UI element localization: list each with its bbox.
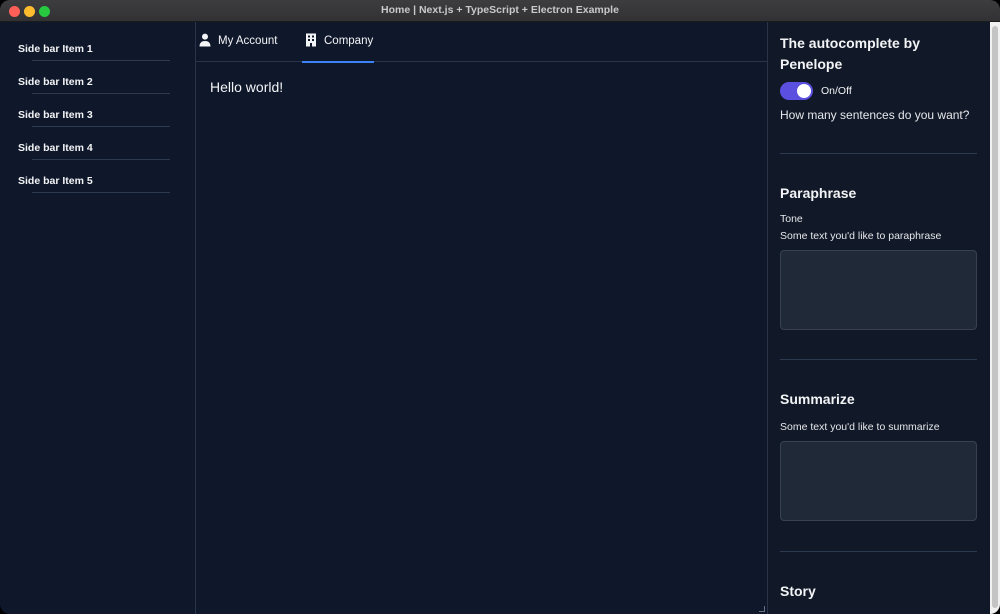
building-icon xyxy=(306,33,316,47)
section-divider xyxy=(780,153,977,154)
story-title: Story xyxy=(780,583,816,599)
paraphrase-title: Paraphrase xyxy=(780,185,857,201)
main-content: My Account Company Hello world! xyxy=(196,22,767,614)
sidebar-item-5[interactable]: Side bar Item 5 xyxy=(18,160,170,193)
sidebar-divider xyxy=(32,192,170,193)
tone-label: Tone xyxy=(780,213,803,225)
title-bar: Home | Next.js + TypeScript + Electron E… xyxy=(0,0,1000,22)
scrollbar-thumb[interactable] xyxy=(992,26,998,608)
toggle-knob xyxy=(797,84,811,98)
tab-label: My Account xyxy=(218,35,278,47)
right-panel: The autocomplete by Penelope On/Off How … xyxy=(767,22,990,614)
main-text: Hello world! xyxy=(210,79,284,95)
autocomplete-toggle[interactable] xyxy=(780,82,813,100)
sentences-question: How many sentences do you want? xyxy=(780,108,970,122)
sidebar-item-label: Side bar Item 1 xyxy=(18,43,93,55)
active-tab-indicator xyxy=(302,61,374,63)
toggle-label: On/Off xyxy=(821,85,852,97)
autocomplete-title: The autocomplete by Penelope xyxy=(780,35,921,72)
sidebar-item-label: Side bar Item 3 xyxy=(18,109,93,121)
right-panel-scrollbar[interactable] xyxy=(990,22,1000,614)
sidebar-item-1[interactable]: Side bar Item 1 xyxy=(18,28,170,61)
sidebar-item-4[interactable]: Side bar Item 4 xyxy=(18,127,170,160)
tab-bar: My Account Company xyxy=(196,22,767,63)
tab-company[interactable]: Company xyxy=(302,22,374,63)
sidebar: Side bar Item 1 Side bar Item 2 Side bar… xyxy=(4,22,196,614)
sidebar-item-3[interactable]: Side bar Item 3 xyxy=(18,94,170,127)
sidebar-item-label: Side bar Item 5 xyxy=(18,175,93,187)
sidebar-item-label: Side bar Item 2 xyxy=(18,76,93,88)
sidebar-item-label: Side bar Item 4 xyxy=(18,142,93,154)
summarize-textarea[interactable] xyxy=(780,441,977,521)
section-divider xyxy=(780,551,977,552)
app-window: Home | Next.js + TypeScript + Electron E… xyxy=(0,0,1000,614)
summarize-field-label: Some text you'd like to summarize xyxy=(780,421,940,433)
summarize-title: Summarize xyxy=(780,391,855,407)
section-divider xyxy=(780,359,977,360)
tab-label: Company xyxy=(324,35,374,47)
resize-grip-icon[interactable] xyxy=(759,606,765,612)
paraphrase-field-label: Some text you'd like to paraphrase xyxy=(780,230,942,242)
window-title: Home | Next.js + TypeScript + Electron E… xyxy=(381,4,619,16)
tab-my-account[interactable]: My Account xyxy=(196,22,282,62)
sidebar-item-2[interactable]: Side bar Item 2 xyxy=(18,61,170,94)
paraphrase-textarea[interactable] xyxy=(780,250,977,330)
user-icon xyxy=(199,33,211,47)
